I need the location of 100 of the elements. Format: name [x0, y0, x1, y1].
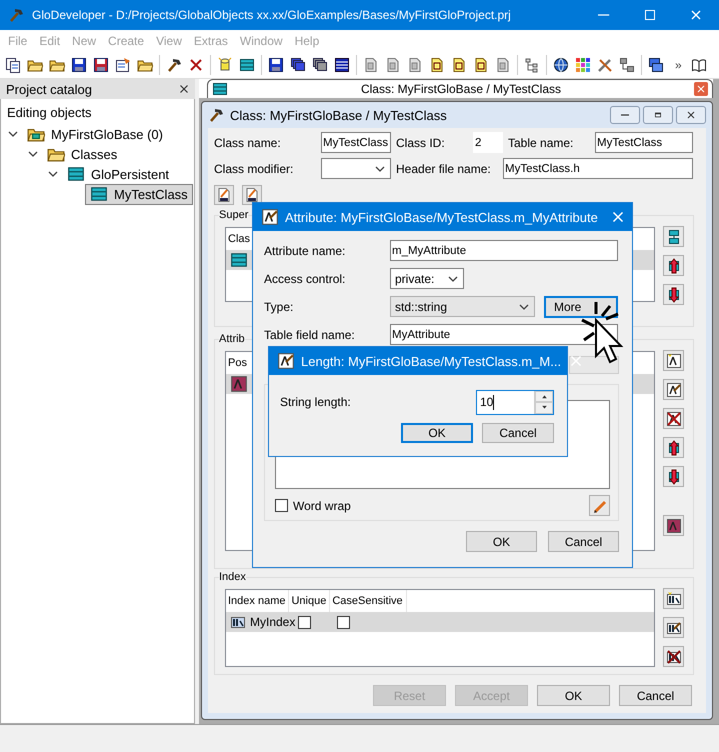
group-label: Attrib	[219, 333, 245, 345]
more-button[interactable]: More	[544, 296, 618, 318]
input-field[interactable]: m_MyAttribute	[390, 240, 618, 261]
toolbar-overflow[interactable]: »	[675, 58, 682, 72]
document-icon	[429, 57, 445, 73]
icon-button[interactable]	[242, 185, 262, 205]
icon-button[interactable]	[663, 588, 684, 609]
table-icon	[90, 185, 108, 203]
panel-title: Project catalog	[6, 82, 92, 96]
document-icon	[385, 57, 401, 73]
globe-icon	[553, 57, 569, 73]
checkbox[interactable]	[337, 616, 350, 628]
column-header[interactable]: Clas	[226, 228, 254, 250]
cylinder-icon	[217, 57, 233, 73]
icon-button[interactable]	[663, 617, 684, 638]
edit-attribute-icon	[261, 208, 279, 226]
dialog-title: Length: MyFirstGloBase/MyTestClass.m_M...	[301, 354, 562, 368]
tree-item[interactable]: GloPersistent	[65, 164, 186, 184]
group-label: Super	[219, 209, 248, 221]
field-label: Attribute name:	[264, 244, 346, 258]
table-icon	[230, 251, 248, 269]
documents-icon	[5, 57, 21, 73]
input-field[interactable]: MyTestClass	[595, 132, 693, 153]
edit-button[interactable]	[589, 495, 610, 516]
document-icon	[407, 57, 423, 73]
dropdown[interactable]: std::string	[390, 296, 535, 317]
grid-icon	[575, 57, 591, 73]
icon-button[interactable]	[663, 437, 684, 458]
tree-item[interactable]: MyFirstGloBase (0)	[25, 124, 179, 144]
minimize-icon	[598, 14, 610, 16]
new-attribute-icon	[666, 352, 682, 368]
close-icon	[685, 109, 697, 121]
field-label: Table name:	[508, 136, 574, 150]
icon-button[interactable]	[663, 646, 684, 667]
tree-item[interactable]: Classes	[45, 144, 134, 164]
stack-icon	[312, 57, 328, 73]
table-cell: MyIndex	[230, 614, 296, 630]
close-icon	[695, 83, 707, 95]
input-field[interactable]: MyTestClass	[321, 132, 391, 153]
icon-button[interactable]	[663, 284, 684, 305]
windows-icon	[648, 57, 664, 73]
document-tab[interactable]: Class: MyFirstGloBase / MyTestClass	[207, 79, 713, 98]
checkbox[interactable]	[275, 499, 288, 512]
dialog-button[interactable]: Cancel	[619, 685, 692, 706]
book-icon	[690, 57, 707, 73]
input-field[interactable]: MyTestClass.h	[503, 158, 693, 179]
section-title: Editing objects	[6, 105, 93, 122]
close-button[interactable]	[676, 106, 706, 124]
input-field[interactable]: 2	[473, 132, 503, 153]
icon-button[interactable]	[214, 185, 234, 205]
input-field[interactable]: MyAttribute	[390, 324, 618, 345]
column-header[interactable]: Pos	[226, 352, 250, 374]
tree-item[interactable]: MyTestClass	[85, 184, 193, 204]
dialog-button[interactable]: OK	[466, 531, 537, 552]
checkbox-label[interactable]: Word wrap	[293, 498, 351, 512]
dialog-title: Attribute: MyFirstGloBase/MyTestClass.m_MyAttribute	[285, 210, 598, 224]
document-icon	[451, 57, 467, 73]
edit-index-icon	[666, 620, 682, 636]
field-label: String length:	[280, 395, 351, 409]
dropdown[interactable]	[321, 158, 391, 179]
edit-attribute-icon	[666, 382, 682, 398]
icon-button[interactable]	[663, 408, 684, 429]
delete-icon	[188, 57, 204, 73]
field-label: Table field name:	[264, 328, 356, 342]
list-icon	[334, 57, 350, 73]
document-icon	[363, 57, 379, 73]
document-icon	[495, 57, 511, 73]
index-icon	[230, 614, 246, 630]
dropdown[interactable]: private:	[390, 268, 464, 289]
table-icon	[212, 81, 228, 97]
icon-button[interactable]	[663, 226, 684, 247]
icon-button[interactable]	[663, 255, 684, 276]
icon-button[interactable]	[663, 466, 684, 487]
document-icon	[473, 57, 489, 73]
field-label: Class ID:	[396, 136, 446, 150]
group-label: Index	[219, 571, 246, 583]
field-label: Type:	[264, 300, 294, 314]
restore-button[interactable]	[643, 106, 673, 124]
icon-button[interactable]	[663, 515, 684, 536]
dialog-button[interactable]: Cancel	[548, 531, 619, 552]
edit-attribute-icon	[277, 352, 295, 370]
delete-attribute-icon	[666, 410, 682, 426]
spin-box[interactable]: 10	[476, 390, 554, 414]
dialog-button[interactable]: OK	[401, 423, 473, 443]
stack-icon	[290, 57, 306, 73]
tree-icon	[524, 57, 540, 73]
icon-button[interactable]	[663, 350, 684, 371]
tools-icon	[597, 57, 613, 73]
delete-index-icon	[666, 648, 682, 664]
dialog-button[interactable]: OK	[537, 685, 610, 706]
icon-button[interactable]	[663, 379, 684, 400]
attribute-icon	[230, 375, 248, 393]
hammer-icon	[166, 57, 182, 73]
window-title: GloDeveloper - D:/Projects/GlobalObjects xx.xx/GloExamples/Bases/MyFirstGloProject.prj	[32, 8, 511, 22]
table-icon	[239, 57, 255, 73]
maximize-icon	[642, 7, 658, 23]
field-label: Header file name:	[396, 162, 492, 176]
help-icon	[619, 57, 635, 73]
dialog-button[interactable]: Cancel	[482, 423, 554, 443]
checkbox[interactable]	[298, 616, 312, 628]
